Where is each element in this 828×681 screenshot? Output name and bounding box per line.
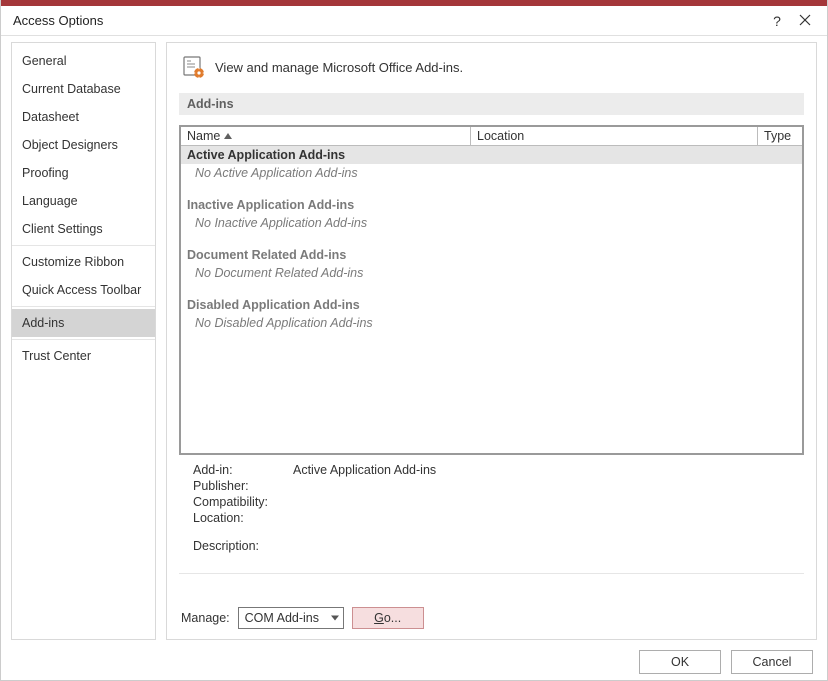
- column-header-type[interactable]: Type: [758, 127, 802, 145]
- sidebar-item-language[interactable]: Language: [12, 187, 155, 215]
- column-header-name[interactable]: Name: [181, 127, 471, 145]
- sidebar-item-add-ins[interactable]: Add-ins: [12, 309, 155, 337]
- access-options-window: Access Options ? General Current Databas…: [0, 0, 828, 681]
- sidebar-item-datasheet[interactable]: Datasheet: [12, 103, 155, 131]
- manage-row: Manage: COM Add-ins Go...: [179, 607, 804, 629]
- close-button[interactable]: [791, 13, 819, 29]
- section-banner-addins: Add-ins: [179, 93, 804, 115]
- manage-select-value: COM Add-ins: [245, 611, 319, 625]
- close-icon: [799, 14, 811, 26]
- dialog-footer: OK Cancel: [639, 650, 813, 674]
- detail-label-publisher: Publisher:: [193, 479, 293, 493]
- manage-label: Manage:: [181, 611, 230, 625]
- addin-details: Add-in:Active Application Add-ins Publis…: [179, 455, 804, 555]
- page-heading: View and manage Microsoft Office Add-ins…: [181, 55, 804, 79]
- window-title: Access Options: [13, 13, 103, 28]
- detail-value-addin: Active Application Add-ins: [293, 463, 436, 477]
- group-active-empty: No Active Application Add-ins: [181, 164, 802, 182]
- group-inactive-addins[interactable]: Inactive Application Add-ins: [181, 196, 802, 214]
- divider: [179, 573, 804, 574]
- group-inactive-empty: No Inactive Application Add-ins: [181, 214, 802, 232]
- group-disabled-addins[interactable]: Disabled Application Add-ins: [181, 296, 802, 314]
- addins-list-body: Active Application Add-ins No Active App…: [181, 146, 802, 453]
- sidebar-item-current-database[interactable]: Current Database: [12, 75, 155, 103]
- detail-label-description: Description:: [193, 539, 293, 553]
- sidebar-separator: [12, 306, 155, 307]
- main-panel: View and manage Microsoft Office Add-ins…: [166, 42, 817, 640]
- detail-label-compatibility: Compatibility:: [193, 495, 293, 509]
- sidebar-separator: [12, 339, 155, 340]
- page-heading-text: View and manage Microsoft Office Add-ins…: [215, 60, 463, 75]
- chevron-down-icon: [331, 616, 339, 621]
- addins-icon: [181, 55, 205, 79]
- help-button[interactable]: ?: [763, 13, 791, 29]
- detail-label-location: Location:: [193, 511, 293, 525]
- sort-ascending-icon: [224, 133, 232, 139]
- addins-list-header: Name Location Type: [181, 127, 802, 146]
- dialog-body: General Current Database Datasheet Objec…: [1, 36, 827, 640]
- sidebar-separator: [12, 245, 155, 246]
- sidebar-item-quick-access-toolbar[interactable]: Quick Access Toolbar: [12, 276, 155, 304]
- sidebar-item-customize-ribbon[interactable]: Customize Ribbon: [12, 248, 155, 276]
- detail-label-addin: Add-in:: [193, 463, 293, 477]
- sidebar-item-object-designers[interactable]: Object Designers: [12, 131, 155, 159]
- cancel-button[interactable]: Cancel: [731, 650, 813, 674]
- sidebar-item-trust-center[interactable]: Trust Center: [12, 342, 155, 370]
- group-document-addins[interactable]: Document Related Add-ins: [181, 246, 802, 264]
- column-header-location[interactable]: Location: [471, 127, 758, 145]
- sidebar-item-general[interactable]: General: [12, 47, 155, 75]
- go-button[interactable]: Go...: [352, 607, 424, 629]
- titlebar: Access Options ?: [1, 6, 827, 36]
- addins-list[interactable]: Name Location Type Active Application Ad…: [179, 125, 804, 455]
- group-document-empty: No Document Related Add-ins: [181, 264, 802, 282]
- sidebar-item-client-settings[interactable]: Client Settings: [12, 215, 155, 243]
- group-active-addins[interactable]: Active Application Add-ins: [181, 146, 802, 164]
- category-sidebar: General Current Database Datasheet Objec…: [11, 42, 156, 640]
- sidebar-item-proofing[interactable]: Proofing: [12, 159, 155, 187]
- group-disabled-empty: No Disabled Application Add-ins: [181, 314, 802, 332]
- ok-button[interactable]: OK: [639, 650, 721, 674]
- manage-select[interactable]: COM Add-ins: [238, 607, 344, 629]
